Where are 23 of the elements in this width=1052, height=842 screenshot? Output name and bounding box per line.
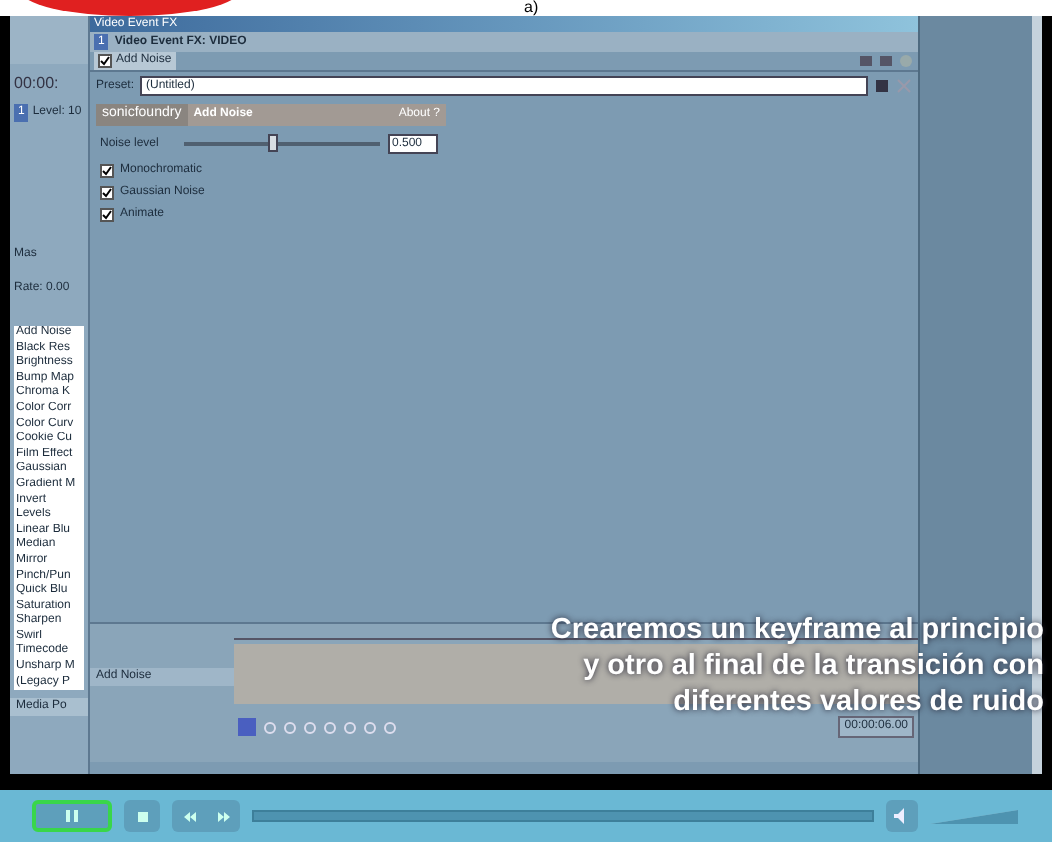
save-icon[interactable] [874,78,890,94]
check-icon [102,188,112,198]
forward-icon [217,811,229,821]
check-icon [102,210,112,220]
slider-thumb[interactable] [267,134,278,152]
pause-icon [66,810,78,822]
rewind-icon [183,811,195,821]
check-icon [102,166,112,176]
speaker-icon [894,808,910,824]
check-icon [100,56,110,66]
timecode-text: 00:00: [12,72,61,96]
rewind-button[interactable] [172,800,206,832]
stop-icon [137,811,147,821]
progress-track[interactable] [252,810,874,822]
panel-label: a) [524,0,539,16]
volume-button[interactable] [886,800,918,832]
checkbox[interactable] [100,208,114,222]
checkbox[interactable] [100,186,114,200]
pause-button[interactable] [32,800,112,832]
checkbox[interactable] [98,54,112,68]
forward-button[interactable] [206,800,240,832]
checkbox[interactable] [100,164,114,178]
stop-button[interactable] [124,800,160,832]
